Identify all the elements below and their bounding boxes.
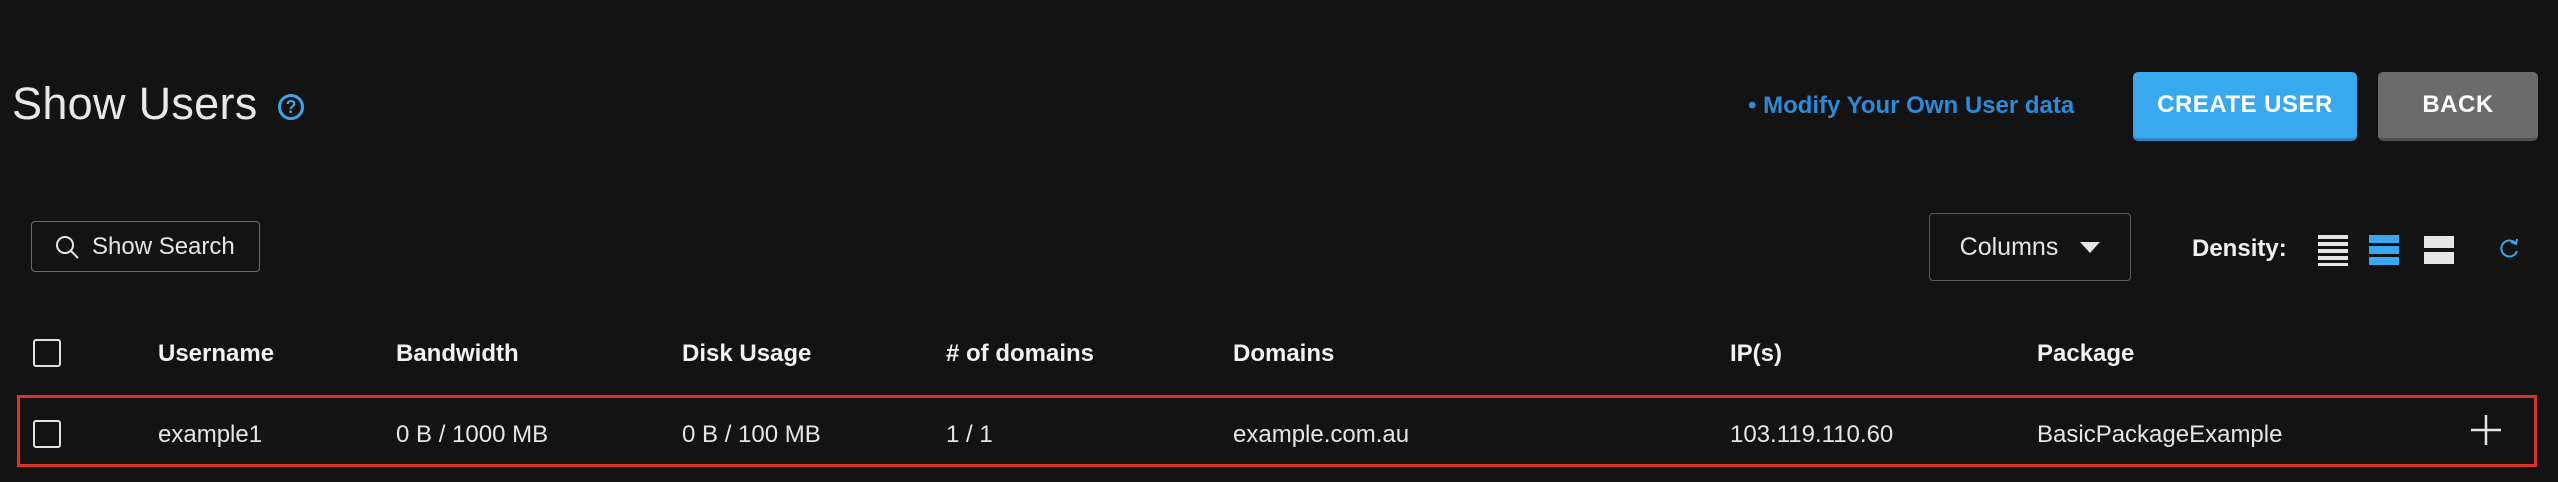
column-header-disk-usage[interactable]: Disk Usage xyxy=(682,340,811,368)
column-header-package[interactable]: Package xyxy=(2037,340,2134,368)
expand-plus-icon[interactable] xyxy=(2469,413,2503,447)
cell-domain-count: 1 / 1 xyxy=(946,421,993,448)
show-search-label: Show Search xyxy=(92,232,235,260)
columns-label: Columns xyxy=(1959,232,2059,261)
modify-own-user-link[interactable]: • Modify Your Own User data xyxy=(1748,92,2074,120)
cell-username[interactable]: example1 xyxy=(158,421,262,449)
select-all-checkbox[interactable] xyxy=(33,339,61,367)
cell-package[interactable]: BasicPackageExample xyxy=(2037,421,2282,449)
density-comfortable-icon[interactable] xyxy=(2424,234,2454,266)
question-circle-icon[interactable]: ? xyxy=(278,94,304,120)
page-title: Show Users xyxy=(12,78,258,129)
columns-dropdown[interactable]: Columns xyxy=(1929,213,2131,281)
show-search-button[interactable]: Show Search xyxy=(31,221,260,272)
refresh-icon[interactable] xyxy=(2497,237,2521,261)
search-icon xyxy=(56,235,79,259)
back-button[interactable]: BACK xyxy=(2378,72,2538,141)
column-header-ips[interactable]: IP(s) xyxy=(1730,340,1782,368)
show-users-page: Show Users ? • Modify Your Own User data… xyxy=(0,0,2558,482)
cell-bandwidth: 0 B / 1000 MB xyxy=(396,421,549,448)
row-checkbox[interactable] xyxy=(33,420,61,448)
column-header-domains[interactable]: Domains xyxy=(1233,340,1334,368)
cell-ips: 103.119.110.60 xyxy=(1730,421,1894,448)
density-label: Density: xyxy=(2192,235,2287,262)
create-user-button[interactable]: CREATE USER xyxy=(2133,72,2357,141)
cell-domains[interactable]: example.com.au xyxy=(1233,421,1409,449)
column-header-bandwidth[interactable]: Bandwidth xyxy=(396,340,519,368)
column-header-username[interactable]: Username xyxy=(158,340,274,368)
density-compact-icon[interactable] xyxy=(2318,234,2348,266)
column-header-domain-count[interactable]: # of domains xyxy=(946,340,1094,368)
cell-disk-usage: 0 B / 100 MB xyxy=(682,421,821,448)
caret-down-icon xyxy=(2080,241,2101,253)
density-standard-icon[interactable] xyxy=(2369,234,2399,266)
